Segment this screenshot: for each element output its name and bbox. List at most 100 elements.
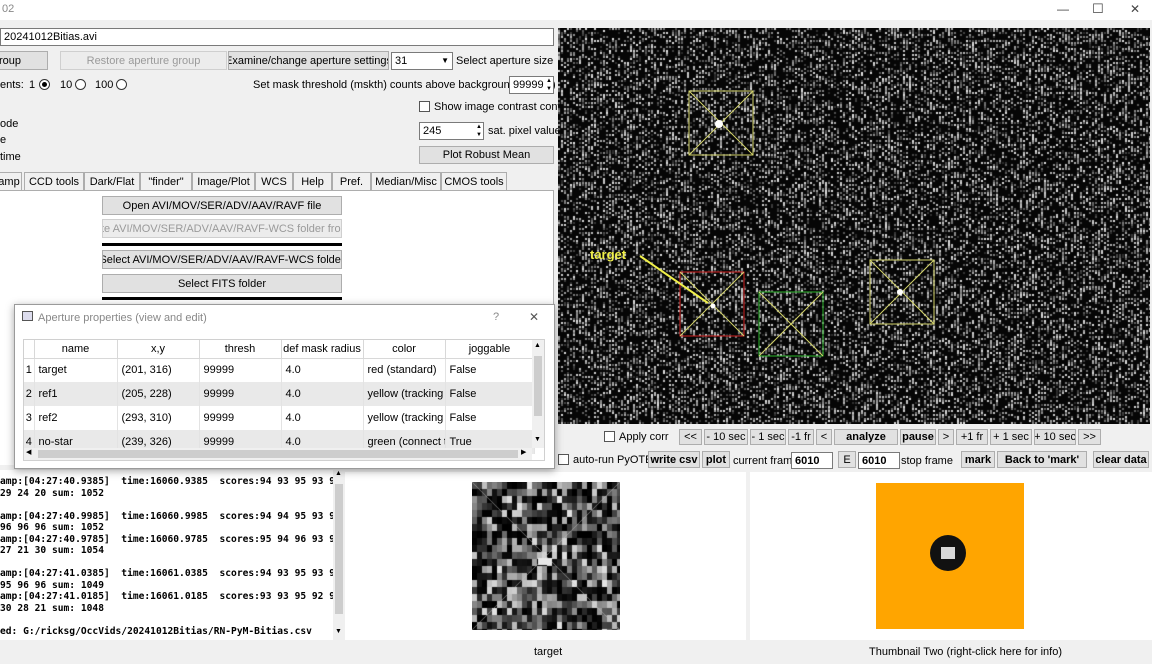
cell-color[interactable]: yellow (tracking ...	[363, 406, 446, 430]
log-scrollbar[interactable]: ▲ ▼	[333, 470, 345, 640]
apply-corr-checkbox[interactable]	[604, 431, 615, 442]
help-icon[interactable]: ?	[493, 311, 499, 323]
column-header-color[interactable]: color	[363, 340, 446, 359]
scroll-up-icon[interactable]: ▲	[335, 470, 342, 477]
table-row[interactable]: 1 target (201, 316) 99999 4.0 red (stand…	[24, 358, 535, 382]
cell-name[interactable]: ref1	[34, 382, 118, 406]
cell-joggable[interactable]: False	[445, 406, 535, 430]
table-hscroll-thumb[interactable]	[38, 450, 518, 458]
back-button[interactable]: <	[816, 429, 832, 445]
current-frame-field[interactable]: 6010	[791, 452, 833, 469]
table-scroll-thumb[interactable]	[534, 356, 542, 416]
back-1-frame-button[interactable]: -1 fr	[788, 429, 814, 445]
forward-far-button[interactable]: >>	[1078, 429, 1101, 445]
cell-thresh[interactable]: 99999	[199, 406, 282, 430]
cell-name[interactable]: ref2	[34, 406, 118, 430]
maximize-icon[interactable]: ☐	[1092, 1, 1104, 17]
mark-button[interactable]: mark	[961, 451, 995, 468]
cell-joggable[interactable]: False	[445, 358, 535, 382]
file-path-field[interactable]: 20241012Bitias.avi	[0, 28, 554, 46]
dialog-title-bar[interactable]: Aperture properties (view and edit) ? ✕	[15, 305, 554, 329]
stop-frame-field[interactable]: 6010	[858, 452, 900, 469]
back-1-sec-button[interactable]: - 1 sec	[750, 429, 786, 445]
plot-robust-mean-button[interactable]: Plot Robust Mean	[419, 146, 554, 164]
increment-1-radio[interactable]	[39, 79, 50, 90]
group-button[interactable]: group	[0, 51, 48, 70]
open-avi-file-button[interactable]: Open AVI/MOV/SER/ADV/AAV/RAVF file	[102, 196, 342, 215]
star-field-image[interactable]: target	[558, 28, 1150, 424]
pause-button[interactable]: pause	[900, 429, 936, 445]
table-row[interactable]: 2 ref1 (205, 228) 99999 4.0 yellow (trac…	[24, 382, 535, 406]
analyze-button[interactable]: analyze	[834, 429, 898, 445]
cell-radius[interactable]: 4.0	[281, 406, 364, 430]
table-vertical-scrollbar[interactable]: ▲ ▼	[532, 340, 544, 448]
log-scroll-thumb[interactable]	[335, 484, 343, 614]
close-icon[interactable]: ✕	[529, 310, 539, 324]
column-header-xy[interactable]: x,y	[117, 340, 200, 359]
aperture-properties-dialog[interactable]: Aperture properties (view and edit) ? ✕ …	[14, 304, 555, 469]
tab-wcs[interactable]: WCS	[255, 172, 293, 190]
back-far-button[interactable]: <<	[679, 429, 702, 445]
table-horizontal-scrollbar[interactable]: ◀ ▶	[24, 448, 532, 460]
back-10-sec-button[interactable]: - 10 sec	[704, 429, 748, 445]
cell-xy[interactable]: (293, 310)	[117, 406, 200, 430]
minimize-icon[interactable]: —	[1057, 2, 1069, 16]
restore-aperture-group-button[interactable]: Restore aperture group	[60, 51, 227, 70]
select-fits-folder-button[interactable]: Select FITS folder	[102, 274, 342, 293]
tab-image-plot[interactable]: Image/Plot	[192, 172, 255, 190]
tab-pref[interactable]: Pref.	[332, 172, 371, 190]
back-to-mark-button[interactable]: Back to 'mark'	[997, 451, 1087, 468]
thumbnail-one-panel[interactable]	[345, 472, 746, 640]
clear-data-button[interactable]: clear data	[1093, 451, 1149, 468]
forward-1-frame-button[interactable]: +1 fr	[956, 429, 988, 445]
show-contrast-checkbox[interactable]	[419, 101, 430, 112]
cell-joggable[interactable]: False	[445, 382, 535, 406]
increment-100-radio[interactable]	[116, 79, 127, 90]
scroll-down-icon[interactable]: ▼	[534, 436, 541, 443]
column-header-joggable[interactable]: joggable	[445, 340, 535, 359]
tab-dark-flat[interactable]: Dark/Flat	[84, 172, 140, 190]
thumbnail-two-label[interactable]: Thumbnail Two (right-click here for info…	[869, 646, 1062, 658]
select-wcs-folder-button[interactable]: Select AVI/MOV/SER/ADV/AAV/RAVF-WCS fold…	[102, 250, 342, 269]
e-button[interactable]: E	[838, 451, 856, 468]
close-icon[interactable]: ✕	[1130, 2, 1140, 16]
aperture-table[interactable]: name x,y thresh def mask radius color jo…	[23, 339, 545, 461]
table-row[interactable]: 3 ref2 (293, 310) 99999 4.0 yellow (trac…	[24, 406, 535, 430]
column-header-thresh[interactable]: thresh	[199, 340, 282, 359]
tab-ccd-tools[interactable]: CCD tools	[24, 172, 84, 190]
scroll-up-icon[interactable]: ▲	[534, 342, 541, 349]
auto-run-pyote-checkbox[interactable]	[558, 454, 569, 465]
column-header-mask-radius[interactable]: def mask radius	[281, 340, 364, 359]
saturation-spinbox[interactable]: 245 ▲ ▼	[419, 122, 484, 140]
examine-aperture-settings-button[interactable]: Examine/change aperture settings	[228, 51, 389, 70]
mask-threshold-spinbox[interactable]: 99999 ▲ ▼	[509, 76, 554, 94]
forward-1-sec-button[interactable]: + 1 sec	[990, 429, 1032, 445]
cell-thresh[interactable]: 99999	[199, 382, 282, 406]
aperture-size-select[interactable]: 31 ▼	[391, 52, 453, 70]
tab-help[interactable]: Help	[293, 172, 332, 190]
cell-thresh[interactable]: 99999	[199, 358, 282, 382]
tab-amp[interactable]: amp	[0, 172, 22, 190]
forward-button[interactable]: >	[938, 429, 954, 445]
plot-button[interactable]: plot	[702, 451, 730, 468]
aperture-no-star[interactable]	[758, 291, 824, 357]
forward-10-sec-button[interactable]: + 10 sec	[1034, 429, 1076, 445]
thumbnail-two-panel[interactable]	[750, 472, 1152, 640]
cell-name[interactable]: target	[34, 358, 118, 382]
cell-xy[interactable]: (201, 316)	[117, 358, 200, 382]
cell-color[interactable]: yellow (tracking ...	[363, 382, 446, 406]
scroll-left-icon[interactable]: ◀	[26, 448, 31, 456]
column-header-name[interactable]: name	[34, 340, 118, 359]
scroll-right-icon[interactable]: ▶	[521, 448, 526, 456]
create-wcs-folder-button[interactable]: Create AVI/MOV/SER/ADV/AAV/RAVF-WCS fold…	[102, 219, 342, 238]
write-csv-button[interactable]: write csv	[648, 451, 700, 468]
cell-radius[interactable]: 4.0	[281, 358, 364, 382]
increment-10-radio[interactable]	[75, 79, 86, 90]
scroll-down-icon[interactable]: ▼	[335, 628, 342, 635]
cell-color[interactable]: red (standard)	[363, 358, 446, 382]
tab-cmos-tools[interactable]: CMOS tools	[441, 172, 507, 190]
cell-radius[interactable]: 4.0	[281, 382, 364, 406]
tab-finder[interactable]: "finder"	[140, 172, 192, 190]
tab-median-misc[interactable]: Median/Misc	[371, 172, 441, 190]
log-output[interactable]: amp:[04:27:40.9385] time:16060.9385 scor…	[0, 470, 335, 640]
